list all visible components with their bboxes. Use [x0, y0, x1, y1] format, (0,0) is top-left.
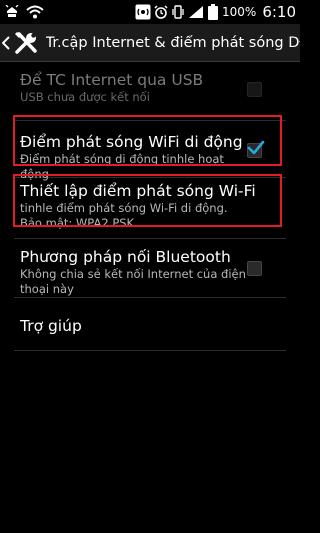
vibrate-icon [171, 5, 185, 19]
page-title: Tr.cập Internet & điểm phát sóng DĐ [45, 34, 300, 51]
wifi-icon [26, 5, 44, 19]
usb-debug-icon [4, 5, 20, 19]
usb-tethering-item: Để TC Internet qua USB USB chưa được kết… [0, 62, 300, 120]
clock: 6:10 [262, 3, 296, 21]
help-item[interactable]: Trợ giúp [0, 298, 300, 350]
back-chevron-icon[interactable] [2, 35, 12, 50]
help-title: Trợ giúp [20, 317, 82, 335]
status-bar: 100% 6:10 [0, 0, 300, 24]
highlight-box-wifi-hotspot [13, 115, 282, 166]
battery-percent: 100% [222, 5, 257, 19]
action-bar: Tr.cập Internet & điểm phát sóng DĐ [0, 24, 300, 62]
tools-icon[interactable] [14, 30, 40, 56]
signal-icon [188, 5, 204, 19]
highlight-box-hotspot-setup [13, 174, 282, 227]
divider [14, 350, 286, 351]
alarm-icon [154, 5, 168, 19]
hotspot-icon [135, 4, 151, 20]
bluetooth-tethering-checkbox[interactable] [247, 261, 262, 276]
usb-tethering-checkbox [247, 82, 262, 97]
battery-icon [207, 4, 219, 20]
bluetooth-tethering-item[interactable]: Phương pháp nối Bluetooth Không chia sẻ … [0, 239, 300, 297]
